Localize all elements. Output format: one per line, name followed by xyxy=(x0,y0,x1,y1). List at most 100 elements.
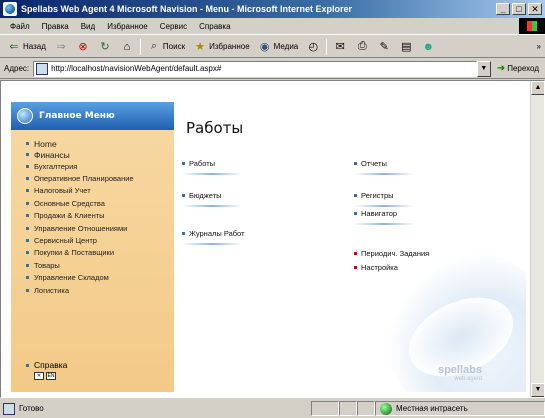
security-zone: Местная интрасеть xyxy=(375,401,545,416)
spellabs-logo: spellabs web.agent xyxy=(438,364,482,382)
history-button[interactable]: ◴ xyxy=(302,37,324,57)
page-icon xyxy=(36,62,49,75)
main-panel: Работы Работы Отчеты Бюджеты Регистры Навига… xyxy=(174,102,526,392)
close-button[interactable]: ✕ xyxy=(528,3,542,15)
section-link[interactable]: Периодич. Задания xyxy=(354,249,429,258)
browser-toolbar: ⇐ Назад ⇒ ⊗ ↻ ⌂ ⌕ Поиск ★ Избранное ◉ Ме… xyxy=(0,36,545,58)
ie-app-icon xyxy=(3,2,17,16)
bullet-icon xyxy=(26,142,29,145)
discuss-button[interactable]: ▤ xyxy=(395,37,417,57)
search-button[interactable]: ⌕ Поиск xyxy=(143,37,189,57)
go-button[interactable]: ➜ Переход xyxy=(491,63,545,74)
address-input[interactable]: http://localhost/navisionWebAgent/defaul… xyxy=(33,60,477,77)
print-button[interactable]: ⎙ xyxy=(351,37,373,57)
media-button[interactable]: ◉ Медиа xyxy=(254,37,303,57)
main-menu-sidebar: Главное Меню Home Финансы Бухгалтерия Опера… xyxy=(11,102,174,392)
back-button[interactable]: ⇐ Назад xyxy=(3,37,50,57)
section-link-label: Настройка xyxy=(361,263,398,272)
vertical-scrollbar[interactable]: ▲ ▼ xyxy=(530,81,544,397)
stop-button[interactable]: ⊗ xyxy=(72,37,94,57)
page-status-icon xyxy=(3,402,15,415)
section-link-label: Журналы Работ xyxy=(189,229,245,238)
menu-file[interactable]: Файл xyxy=(4,22,36,31)
back-label: Назад xyxy=(23,42,46,51)
help-link[interactable]: Справка xyxy=(26,360,67,370)
window-titlebar: Spellabs Web Agent 4 Microsoft Navision … xyxy=(0,0,545,18)
scroll-up-button[interactable]: ▲ xyxy=(531,81,544,95)
toolbar-more-button[interactable]: » xyxy=(533,37,545,57)
mail-button[interactable]: ✉ xyxy=(329,37,351,57)
sidebar-item[interactable]: Товары xyxy=(26,259,174,271)
bullet-icon xyxy=(26,288,29,292)
media-icon: ◉ xyxy=(259,41,270,53)
section-link-label: Периодич. Задания xyxy=(361,249,430,258)
main-menu-title: Главное Меню xyxy=(39,111,115,121)
history-icon: ◴ xyxy=(308,41,319,53)
sidebar-item[interactable]: Управление Отношениями xyxy=(26,222,174,234)
search-icon: ⌕ xyxy=(150,40,157,52)
section-link[interactable]: Настройка xyxy=(354,263,398,272)
sidebar-item[interactable]: Логистика xyxy=(26,284,174,296)
close-small-icon[interactable]: ✕ xyxy=(34,372,44,380)
sidebar-item[interactable]: Бухгалтерия xyxy=(26,160,174,172)
section-link[interactable]: Работы xyxy=(182,159,215,168)
section-link[interactable]: Бюджеты xyxy=(182,191,222,200)
maximize-button[interactable]: □ xyxy=(512,3,526,15)
sidebar-item[interactable]: Основные Средства xyxy=(26,197,174,209)
bullet-icon xyxy=(26,189,29,193)
menu-view[interactable]: Вид xyxy=(75,22,101,31)
favorites-button[interactable]: ★ Избранное xyxy=(189,37,254,57)
sidebar-item[interactable]: Покупки & Поставщики xyxy=(26,247,174,259)
bullet-icon xyxy=(26,164,29,168)
refresh-button[interactable]: ↻ xyxy=(94,37,116,57)
sidebar-item-label: Финансы xyxy=(34,149,70,160)
language-small-icon[interactable]: EN xyxy=(46,372,56,380)
section-link[interactable]: Регистры xyxy=(354,191,394,200)
link-underline xyxy=(354,173,414,175)
section-link-label: Регистры xyxy=(361,191,394,200)
home-button[interactable]: ⌂ xyxy=(116,37,138,57)
mail-icon: ✉ xyxy=(335,41,345,53)
menu-edit[interactable]: Правка xyxy=(36,22,75,31)
sidebar-item[interactable]: Налоговый Учет xyxy=(26,185,174,197)
back-arrow-icon: ⇐ xyxy=(9,41,19,53)
sidebar-item[interactable]: Оперативное Планирование xyxy=(26,172,174,184)
bullet-icon xyxy=(26,201,29,205)
section-link[interactable]: Отчеты xyxy=(354,159,387,168)
minimize-button[interactable]: _ xyxy=(496,3,510,15)
sidebar-item[interactable]: Финансы xyxy=(26,149,174,160)
section-link[interactable]: Журналы Работ xyxy=(182,229,245,238)
bullet-icon xyxy=(26,177,29,181)
section-link[interactable]: Навигатор xyxy=(354,209,397,218)
bullet-icon xyxy=(182,162,185,165)
sidebar-item[interactable]: Home xyxy=(26,138,174,149)
sidebar-item-label: Бухгалтерия xyxy=(34,161,78,171)
forward-button[interactable]: ⇒ xyxy=(50,37,72,57)
print-icon: ⎙ xyxy=(357,40,367,52)
bullet-icon xyxy=(26,153,29,156)
link-underline xyxy=(182,205,242,207)
bullet-icon xyxy=(354,252,357,255)
messenger-button[interactable]: ☻ xyxy=(417,37,439,57)
sidebar-item-label: Товары xyxy=(34,260,60,270)
menu-favorites[interactable]: Избранное xyxy=(101,22,154,31)
bullet-icon xyxy=(182,194,185,197)
bullet-icon xyxy=(354,162,357,165)
sidebar-item[interactable]: Сервисный Центр xyxy=(26,234,174,246)
bullet-icon xyxy=(354,212,357,215)
edit-button[interactable]: ✎ xyxy=(373,37,395,57)
sidebar-item-label: Оперативное Планирование xyxy=(34,174,134,184)
menu-help[interactable]: Справка xyxy=(193,22,236,31)
favorites-icon: ★ xyxy=(195,41,206,53)
sidebar-item[interactable]: Управление Складом xyxy=(26,272,174,284)
toolbar-separator xyxy=(326,38,328,55)
stop-icon: ⊗ xyxy=(78,41,88,53)
sidebar-item[interactable]: Продажи & Клиенты xyxy=(26,210,174,222)
bullet-icon xyxy=(354,194,357,197)
scroll-down-button[interactable]: ▼ xyxy=(531,383,544,397)
bullet-icon xyxy=(182,232,185,235)
address-dropdown-button[interactable]: ▼ xyxy=(476,60,491,77)
search-label: Поиск xyxy=(162,42,186,51)
menu-tools[interactable]: Сервис xyxy=(154,22,193,31)
menu-bar: Файл Правка Вид Избранное Сервис Справка xyxy=(0,18,545,35)
